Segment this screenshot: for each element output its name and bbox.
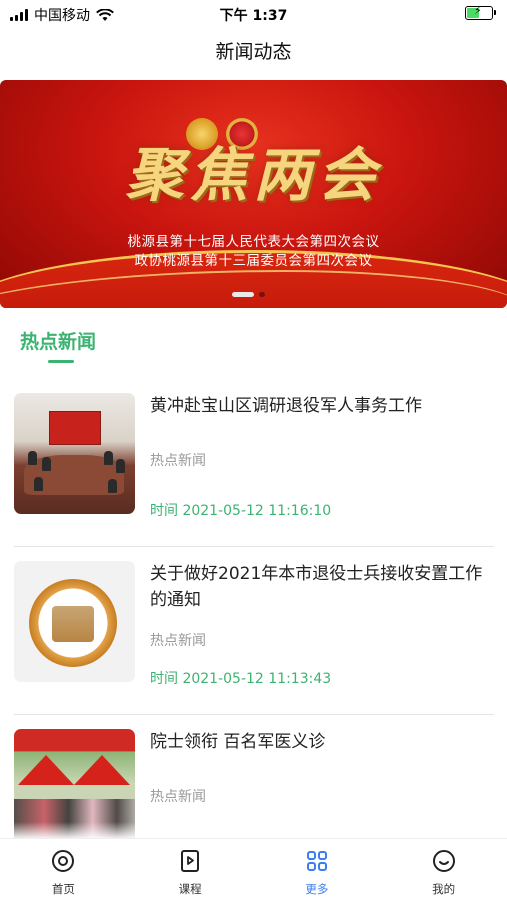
news-category: 热点新闻 xyxy=(150,633,206,649)
news-item[interactable]: 黄冲赴宝山区调研退役军人事务工作 热点新闻 时间 2021-05-12 11:1… xyxy=(14,393,494,543)
grid-icon xyxy=(306,851,327,871)
news-item[interactable]: 关于做好2021年本市退役士兵接收安置工作的通知 热点新闻 时间 2021-05… xyxy=(14,561,494,711)
news-thumbnail xyxy=(14,393,135,514)
tab-label: 课程 xyxy=(178,882,202,896)
banner-subtitle-1: 桃源县第十七届人民代表大会第四次会议 xyxy=(127,234,380,250)
tab-bar: 首页 课程 更多 我的 xyxy=(0,838,507,901)
status-bar: 中国移动 下午 1:37 ⚡ xyxy=(0,0,507,30)
section-title-hot-news[interactable]: 热点新闻 xyxy=(20,327,96,354)
tab-label: 更多 xyxy=(305,882,329,896)
tab-more[interactable]: 更多 xyxy=(254,839,381,901)
banner-subtitle-2: 政协桃源县第十三届委员会第四次会议 xyxy=(134,253,373,269)
course-icon xyxy=(181,850,200,872)
scroll-fade xyxy=(0,822,507,838)
carousel-indicator xyxy=(232,292,265,297)
banner-headline: 聚焦两会 xyxy=(125,141,382,209)
news-time: 时间 2021-05-12 11:16:10 xyxy=(150,503,332,519)
profile-icon xyxy=(432,850,455,872)
tab-label: 首页 xyxy=(51,882,75,896)
news-title: 黄冲赴宝山区调研退役军人事务工作 xyxy=(150,396,422,416)
news-category: 热点新闻 xyxy=(150,789,206,805)
home-icon xyxy=(52,850,75,872)
divider xyxy=(14,714,494,715)
carousel-dot[interactable] xyxy=(259,292,265,297)
status-time: 下午 1:37 xyxy=(219,8,288,24)
news-title: 关于做好2021年本市退役士兵接收安置工作的通知 xyxy=(150,564,483,610)
tab-label: 我的 xyxy=(432,882,456,896)
bolt-icon: ⚡ xyxy=(474,4,482,17)
tab-profile[interactable]: 我的 xyxy=(380,839,507,901)
tab-course[interactable]: 课程 xyxy=(127,839,254,901)
tab-home[interactable]: 首页 xyxy=(0,839,127,901)
page-title: 新闻动态 xyxy=(215,41,292,63)
news-time: 时间 2021-05-12 11:13:43 xyxy=(150,671,332,687)
news-category: 热点新闻 xyxy=(150,453,206,469)
carousel-dot-active[interactable] xyxy=(232,292,254,297)
news-thumbnail xyxy=(14,561,135,682)
battery-charging-icon: ⚡ xyxy=(465,4,496,20)
section-underline xyxy=(48,360,74,363)
divider xyxy=(14,546,494,547)
news-title: 院士领衔 百名军医义诊 xyxy=(150,732,326,752)
